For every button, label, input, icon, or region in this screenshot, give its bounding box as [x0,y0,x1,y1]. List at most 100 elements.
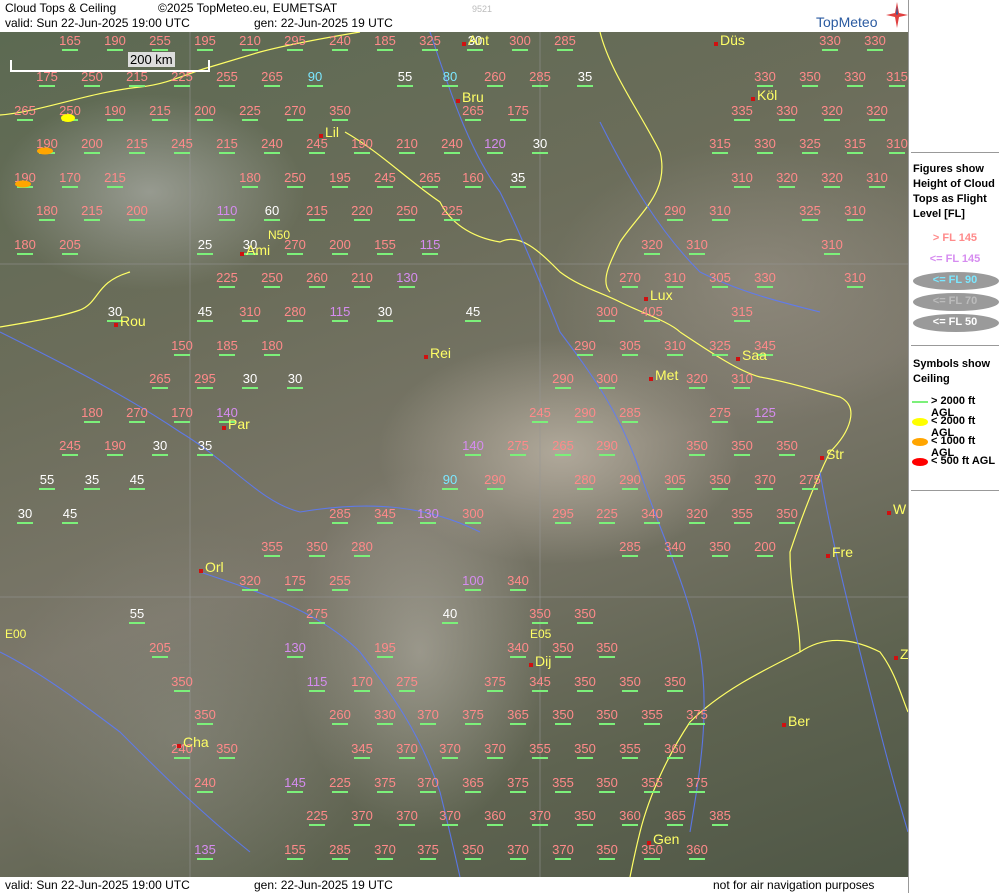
city-label: W [887,501,906,517]
cloud-top-value: 55 [32,473,62,490]
city-label: Köl [751,87,778,103]
cloud-top-value: 30 [10,507,40,524]
city-dot-icon [222,426,226,430]
cloud-top-value: 320 [817,104,847,121]
cloud-top-value: 370 [413,708,443,725]
city-label: Dij [529,653,551,669]
city-name: Str [826,446,844,462]
cloud-top-value: 225 [212,271,242,288]
city-label: Cha [177,734,209,750]
cloud-top-value: 115 [415,238,445,255]
city-name: Lux [650,287,673,303]
cloud-top-value: 245 [167,137,197,154]
cloud-top-value: 245 [525,406,555,423]
cloud-top-value: 320 [772,171,802,188]
cloud-top-value: 225 [325,776,355,793]
cloud-top-value: 315 [840,137,870,154]
cloud-top-value: 250 [392,204,422,221]
header-bar: Cloud Tops & Ceiling ©2025 TopMeteo.eu, … [0,0,908,32]
city-name: Ami [246,242,271,258]
city-label: Lux [644,287,673,303]
city-name: Par [228,416,250,432]
cloud-top-value: 305 [615,339,645,356]
cloud-top-value: 370 [548,843,578,860]
cloud-top-value: 345 [370,507,400,524]
image-code: 9521 [472,4,493,14]
city-label: Düs [714,32,745,48]
cloud-top-value: 255 [212,70,242,87]
cloud-top-value: 265 [548,439,578,456]
coordinate-label: E00 [5,627,27,641]
cloud-top-value: 265 [257,70,287,87]
cloud-top-value: 290 [660,204,690,221]
city-dot-icon [736,357,740,361]
cloud-top-value: 370 [347,809,377,826]
cloud-top-value: 385 [705,809,735,826]
cloud-top-value: 315 [727,305,757,322]
cloud-top-value: 290 [592,439,622,456]
cloud-top-value: 360 [682,843,712,860]
cloud-top-value: 265 [10,104,40,121]
cloud-top-value: 275 [795,473,825,490]
city-name: Köl [757,87,778,103]
cloud-top-value: 285 [615,540,645,557]
cloud-top-value: 375 [682,776,712,793]
copyright: ©2025 TopMeteo.eu, EUMETSAT [158,1,338,15]
cloud-top-value: 120 [480,137,510,154]
cloud-top-value: 350 [772,507,802,524]
cloud-top-value: 110 [212,204,242,221]
cloud-top-value: 80 [435,70,465,87]
legend-ceiling-swatch [912,418,928,426]
cloud-top-value: 310 [840,204,870,221]
city-name: Z [900,646,908,662]
cloud-top-value: 180 [257,339,287,356]
cloud-top-value: 245 [370,171,400,188]
cloud-top-value: 215 [77,204,107,221]
compass-logo-icon [886,2,908,28]
legend-ceiling-item: < 1000 ft AGL [931,435,976,459]
city-label: Ami [240,242,271,258]
city-dot-icon [826,554,830,558]
cloud-top-value: 330 [750,137,780,154]
city-label: Ber [782,713,810,729]
city-dot-icon [782,723,786,727]
cloud-top-value: 350 [190,708,220,725]
cloud-top-value: 375 [503,776,533,793]
cloud-top-value: 310 [660,339,690,356]
cloud-top-value: 375 [480,675,510,692]
cloud-top-value: 310 [660,271,690,288]
cloud-top-value: 290 [570,339,600,356]
cloud-top-value: 170 [347,675,377,692]
cloud-top-value: 280 [280,305,310,322]
cloud-top-value: 205 [145,641,175,658]
cloud-top-value: 125 [750,406,780,423]
city-dot-icon [649,377,653,381]
cloud-top-value: 215 [100,171,130,188]
cloud-top-value: 135 [190,843,220,860]
cloud-top-value: 350 [592,641,622,658]
city-dot-icon [887,511,891,515]
cloud-top-value: 210 [347,271,377,288]
cloud-top-value: 115 [325,305,355,322]
city-dot-icon [529,663,533,667]
city-dot-icon [424,355,428,359]
city-label: Fre [826,544,853,560]
cloud-top-value: 340 [503,641,533,658]
footer-bar: valid: Sun 22-Jun-2025 19:00 UTC gen: 22… [0,877,908,893]
cloud-top-value: 270 [122,406,152,423]
cloud-top-value: 200 [122,204,152,221]
footer-generated-time: gen: 22-Jun-2025 19 UTC [254,878,393,892]
cloud-top-value: 360 [480,809,510,826]
cloud-top-value: 215 [122,137,152,154]
city-label: Met [649,367,678,383]
cloud-top-value: 370 [435,742,465,759]
cloud-top-value: 265 [458,104,488,121]
cloud-top-value: 45 [190,305,220,322]
cloud-top-value: 300 [592,305,622,322]
cloud-top-value: 215 [122,70,152,87]
city-name: Bru [462,89,484,105]
cloud-top-value: 180 [32,204,62,221]
cloud-top-value: 350 [682,439,712,456]
satellite-map[interactable]: 165 190 255 195 210 295 240 185 325 30 300 285 330 33… [0,32,908,877]
cloud-top-value: 180 [77,406,107,423]
